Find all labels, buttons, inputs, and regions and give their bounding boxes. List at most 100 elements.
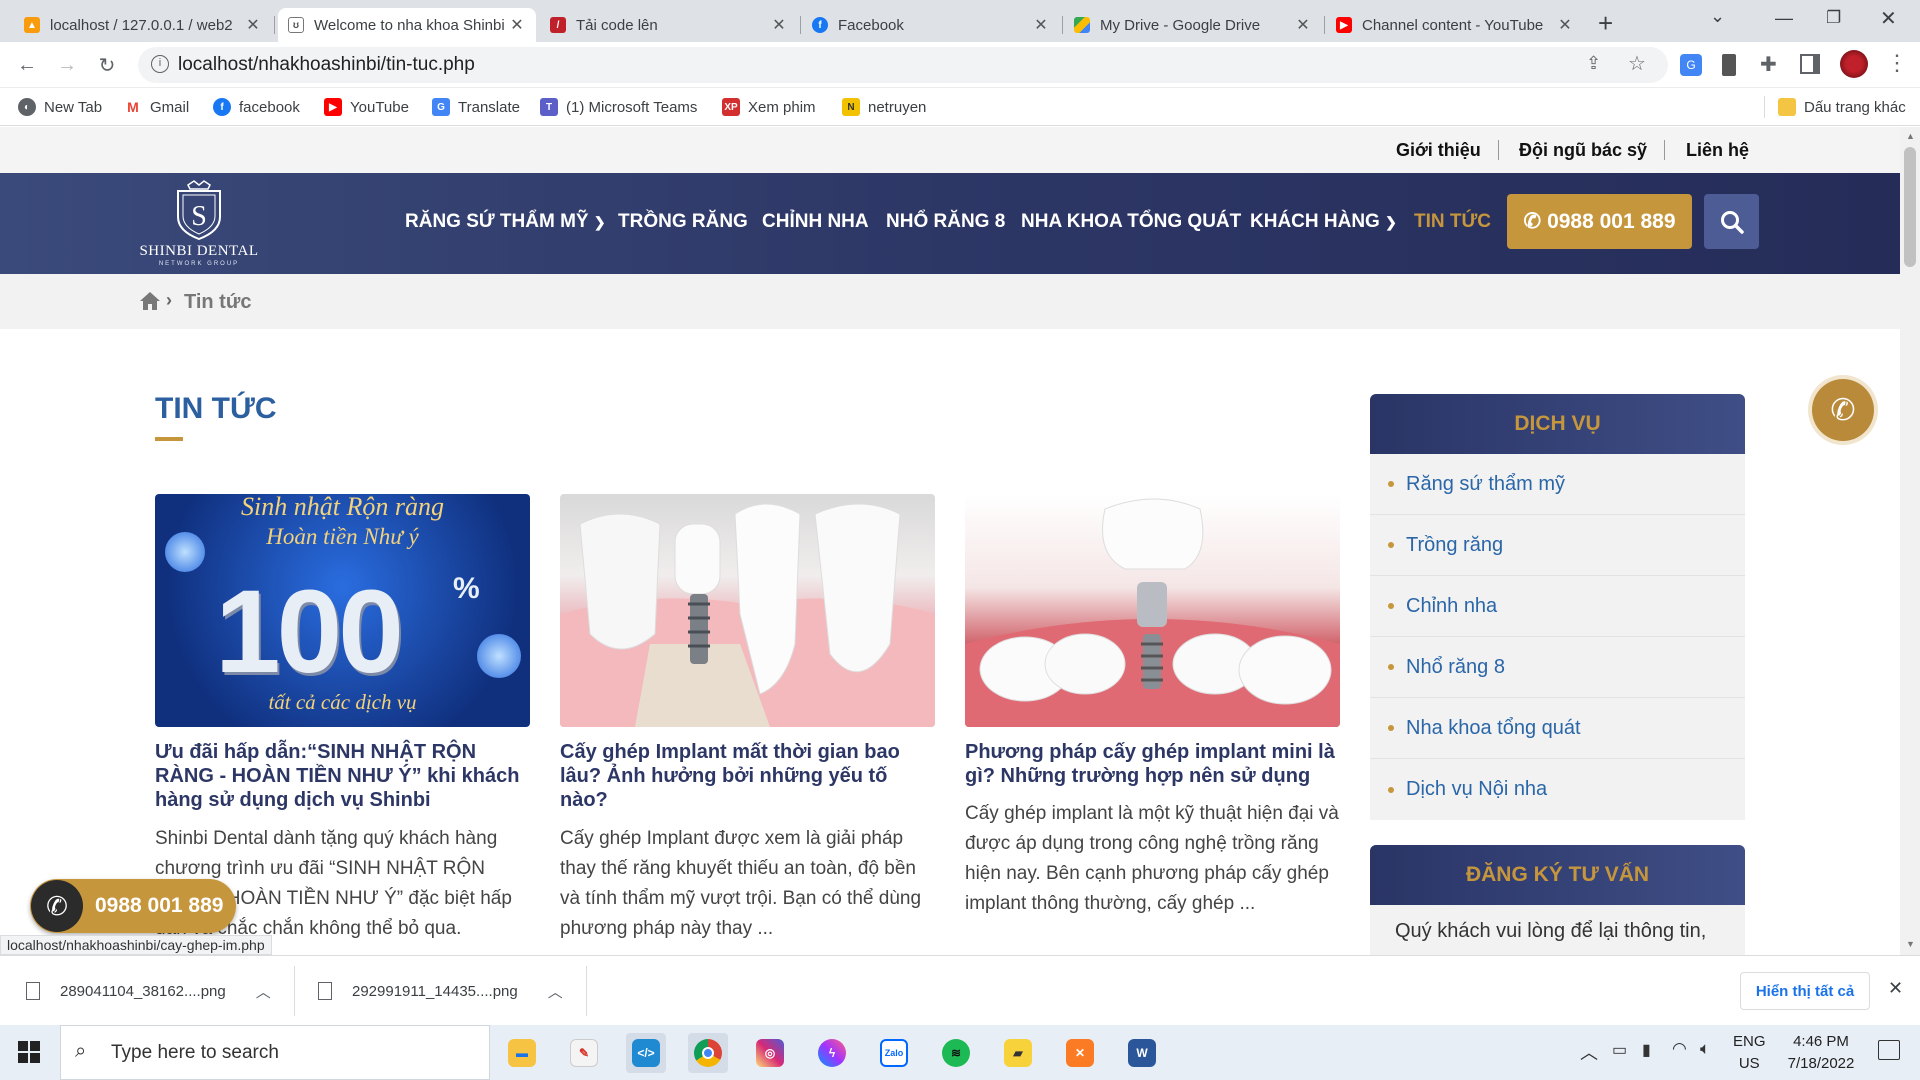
notification-icon[interactable] xyxy=(1878,1040,1900,1060)
close-icon[interactable]: ✕ xyxy=(1294,15,1312,35)
other-bookmarks[interactable]: Dấu trang khác xyxy=(1778,96,1906,118)
restore-button[interactable]: ❐ xyxy=(1826,8,1841,28)
info-icon[interactable]: i xyxy=(151,55,169,73)
chevron-up-icon[interactable]: ︿ xyxy=(1580,1039,1598,1065)
bookmark-teams[interactable]: T (1) Microsoft Teams xyxy=(540,96,697,118)
system-clock[interactable]: 4:46 PM 7/18/2022 xyxy=(1776,1031,1866,1075)
page-scrollbar[interactable]: ▲ ▼ xyxy=(1900,127,1920,955)
taskbar-paint[interactable]: ✎ xyxy=(564,1033,604,1073)
forward-button[interactable]: → xyxy=(54,52,80,78)
scroll-down-icon[interactable]: ▼ xyxy=(1906,939,1915,949)
taskbar-word[interactable]: W xyxy=(1122,1033,1162,1073)
sidebar-item-dich-vu-noi-nha[interactable]: Dịch vụ Nội nha xyxy=(1370,759,1745,820)
close-window-button[interactable]: ✕ xyxy=(1880,6,1897,31)
nav-trong-rang[interactable]: TRỒNG RĂNG xyxy=(618,211,748,233)
sidebar-item-chinh-nha[interactable]: Chỉnh nha xyxy=(1370,576,1745,637)
link-doi-ngu-bac-sy[interactable]: Đội ngũ bác sỹ xyxy=(1519,140,1647,161)
side-panel-icon[interactable] xyxy=(1800,54,1820,74)
taskbar-xampp[interactable]: ✕ xyxy=(1060,1033,1100,1073)
chevron-up-icon[interactable]: ︿ xyxy=(256,981,271,1002)
sidebar-item-trong-rang[interactable]: Trồng răng xyxy=(1370,515,1745,576)
link-gioi-thieu[interactable]: Giới thiệu xyxy=(1396,140,1481,161)
taskbar-instagram[interactable]: ◎ xyxy=(750,1033,790,1073)
avatar[interactable] xyxy=(1840,50,1868,78)
floating-call-button[interactable]: ✆ xyxy=(1812,379,1874,441)
browser-tab[interactable]: ▲ localhost / 127.0.0.1 / web2 ✕ xyxy=(14,8,272,42)
article-image[interactable] xyxy=(560,494,935,727)
top-utility-nav: Giới thiệu Đội ngũ bác sỹ Liên hệ xyxy=(0,127,1900,173)
chevron-up-icon[interactable]: ︿ xyxy=(548,981,563,1002)
device-icon[interactable]: ▭ xyxy=(1612,1040,1627,1060)
show-all-downloads-button[interactable]: Hiển thị tất cả xyxy=(1740,972,1870,1010)
shinbi-logo[interactable]: S SHINBI DENTAL NETWORK GROUP xyxy=(138,179,260,269)
taskbar-zalo[interactable]: Zalo xyxy=(874,1033,914,1073)
taskbar-vscode[interactable]: </> xyxy=(626,1033,666,1073)
nav-nho-rang-8[interactable]: NHỔ RĂNG 8 xyxy=(886,211,1005,233)
article-title[interactable]: Ưu đãi hấp dẫn:“SINH NHẬT RỘN RÀNG - HOÀ… xyxy=(155,740,535,812)
home-icon[interactable] xyxy=(139,291,161,311)
bookmark-netruyen[interactable]: Nnetruyen xyxy=(842,96,926,118)
nav-tin-tuc[interactable]: TIN TỨC xyxy=(1414,211,1491,233)
close-icon[interactable]: ✕ xyxy=(770,15,788,35)
header-phone-button[interactable]: ✆ 0988 001 889 xyxy=(1507,194,1692,249)
taskbar-sticky-notes[interactable]: ▰ xyxy=(998,1033,1038,1073)
close-icon[interactable]: ✕ xyxy=(1032,15,1050,35)
browser-tab[interactable]: ▶ Channel content - YouTube ✕ xyxy=(1326,8,1584,42)
sidebar-item-rang-su-tham-my[interactable]: Răng sứ thẩm mỹ xyxy=(1370,454,1745,515)
bookmark-new-tab[interactable]: ◐ New Tab xyxy=(18,96,102,118)
tab-search-chevron-icon[interactable]: ⌄ xyxy=(1710,6,1725,27)
article-image[interactable] xyxy=(965,494,1340,727)
floating-phone-pill[interactable]: ✆ 0988 001 889 xyxy=(30,879,236,933)
close-icon[interactable]: ✕ xyxy=(244,15,262,35)
volume-icon[interactable]: 🔈︎ xyxy=(1700,1039,1710,1059)
wifi-icon[interactable]: ◠ xyxy=(1672,1039,1687,1059)
article-image[interactable]: Sinh nhật Rộn ràng Hoàn tiền Như ý 100 %… xyxy=(155,494,530,727)
browser-tab-active[interactable]: ʊ Welcome to nha khoa Shinbi ✕ xyxy=(278,8,536,42)
address-bar[interactable]: i localhost/nhakhoashinbi/tin-tuc.php ⇪ … xyxy=(138,47,1668,83)
reload-button[interactable]: ↻ xyxy=(94,52,120,78)
taskbar-messenger[interactable]: ϟ xyxy=(812,1033,852,1073)
scrollbar-thumb[interactable] xyxy=(1904,147,1916,267)
battery-icon[interactable]: ▮ xyxy=(1642,1040,1651,1060)
download-item[interactable]: 292991911_14435....png ︿ xyxy=(318,974,563,1008)
download-item[interactable]: 289041104_38162....png ︿ xyxy=(26,974,271,1008)
close-icon[interactable]: ✕ xyxy=(508,15,526,35)
bookmark-facebook[interactable]: f facebook xyxy=(213,96,300,118)
translate-extension-icon[interactable]: G xyxy=(1680,54,1702,76)
nav-rang-su-tham-my[interactable]: RĂNG SỨ THẨM MỸ ❯ xyxy=(405,211,606,233)
article-title[interactable]: Phương pháp cấy ghép implant mini là gì?… xyxy=(965,740,1345,788)
back-button[interactable]: ← xyxy=(14,52,40,78)
taskbar-chrome[interactable] xyxy=(688,1033,728,1073)
search-button[interactable] xyxy=(1704,194,1759,249)
taskbar-file-explorer[interactable]: ▬ xyxy=(502,1033,542,1073)
sidebar-item-nha-khoa-tong-quat[interactable]: Nha khoa tổng quát xyxy=(1370,698,1745,759)
extension-icon[interactable] xyxy=(1722,54,1736,76)
nav-chinh-nha[interactable]: CHỈNH NHA xyxy=(762,211,869,233)
bookmark-translate[interactable]: G Translate xyxy=(432,96,520,118)
puzzle-icon[interactable]: ✚ xyxy=(1760,52,1777,77)
chevron-down-icon: ❯ xyxy=(1385,214,1397,230)
browser-tab[interactable]: My Drive - Google Drive ✕ xyxy=(1064,8,1322,42)
new-tab-button[interactable]: + xyxy=(1598,8,1613,39)
close-icon[interactable]: ✕ xyxy=(1556,15,1574,35)
article-title[interactable]: Cấy ghép Implant mất thời gian bao lâu? … xyxy=(560,740,940,812)
menu-kebab-icon[interactable]: ⋮ xyxy=(1886,50,1908,76)
browser-tab[interactable]: f Facebook ✕ xyxy=(802,8,1060,42)
star-icon[interactable]: ☆ xyxy=(1628,51,1646,76)
nav-nha-khoa-tong-quat[interactable]: NHA KHOA TỔNG QUÁT xyxy=(1021,211,1241,233)
browser-tab[interactable]: / Tải code lên ✕ xyxy=(540,8,798,42)
nav-khach-hang[interactable]: KHÁCH HÀNG ❯ xyxy=(1250,211,1397,233)
bookmark-gmail[interactable]: M Gmail xyxy=(124,96,189,118)
share-icon[interactable]: ⇪ xyxy=(1586,53,1601,74)
link-lien-he[interactable]: Liên hệ xyxy=(1686,140,1749,161)
taskbar-spotify[interactable]: ≋ xyxy=(936,1033,976,1073)
bookmark-xem-phim[interactable]: XP Xem phim xyxy=(722,96,816,118)
taskbar-search-box[interactable]: ⌕ Type here to search xyxy=(60,1025,490,1080)
bookmark-youtube[interactable]: ▶ YouTube xyxy=(324,96,409,118)
close-downloads-icon[interactable]: ✕ xyxy=(1888,978,1903,999)
windows-start-icon[interactable] xyxy=(18,1041,40,1063)
scroll-up-icon[interactable]: ▲ xyxy=(1906,131,1915,141)
language-indicator[interactable]: ENG US xyxy=(1733,1031,1766,1075)
sidebar-item-nho-rang-8[interactable]: Nhổ răng 8 xyxy=(1370,637,1745,698)
minimize-button[interactable]: — xyxy=(1775,8,1793,29)
